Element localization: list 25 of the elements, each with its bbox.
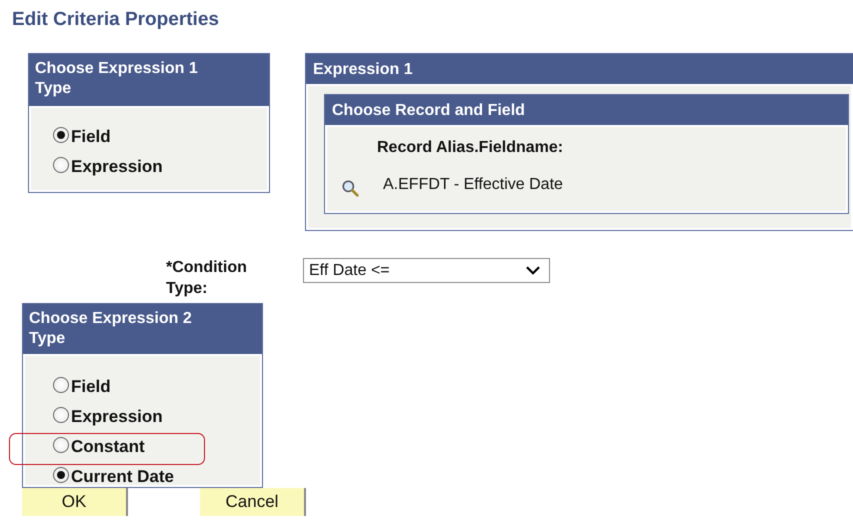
radio-button[interactable] bbox=[53, 127, 69, 143]
condition-type-dropdown[interactable]: Eff Date <= bbox=[303, 258, 550, 283]
page-title: Edit Criteria Properties bbox=[12, 9, 220, 31]
field-label: Record Alias.Fieldname: bbox=[376, 139, 564, 157]
search-icon[interactable] bbox=[341, 179, 359, 197]
condition-type-label: *Condition Type: bbox=[166, 258, 248, 299]
option-label: Expression bbox=[71, 407, 163, 427]
panel-header: Choose Record and Field bbox=[325, 95, 848, 125]
option-label: Expression bbox=[71, 157, 163, 177]
radio-button[interactable] bbox=[53, 437, 69, 453]
chevron-icon bbox=[525, 265, 541, 276]
action-button[interactable]: Cancel bbox=[200, 488, 306, 516]
field-value: A.EFFDT - Effective Date bbox=[383, 176, 563, 194]
panel-header: Choose Expression 1 Type bbox=[29, 54, 269, 106]
radio-button[interactable] bbox=[53, 407, 69, 423]
option-label: Constant bbox=[71, 437, 145, 457]
panel-header: Choose Expression 2 Type bbox=[23, 304, 262, 354]
option-label: Field bbox=[71, 377, 111, 397]
radio-button[interactable] bbox=[53, 467, 69, 483]
option-label: Field bbox=[71, 127, 111, 147]
action-button[interactable]: OK bbox=[22, 488, 128, 516]
radio-button[interactable] bbox=[53, 377, 69, 393]
radio-button[interactable] bbox=[53, 157, 69, 173]
option-label: Current Date bbox=[71, 467, 174, 487]
panel-header: Expression 1 bbox=[306, 54, 853, 84]
